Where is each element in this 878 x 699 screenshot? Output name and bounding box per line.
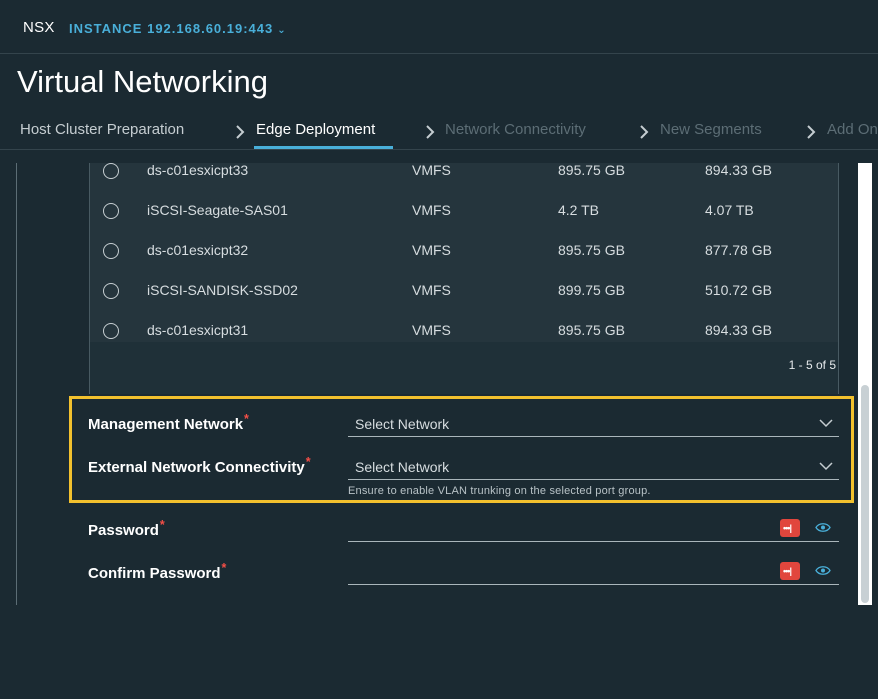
select-placeholder: Select Network [355, 459, 450, 475]
row-radio[interactable] [103, 283, 119, 299]
datastore-type: VMFS [412, 163, 451, 178]
chevron-down-icon: ⌄ [277, 25, 287, 36]
confirm-password-label: Confirm Password* [88, 561, 227, 582]
eye-icon[interactable] [815, 522, 831, 533]
generate-password-icon[interactable]: •••| [780, 562, 800, 580]
helper-text: Ensure to enable VLAN trunking on the se… [348, 485, 651, 497]
top-nav-bar: NSX INSTANCE 192.168.60.19:443 ⌄ [0, 0, 878, 54]
instance-selector[interactable]: INSTANCE 192.168.60.19:443 ⌄ [69, 21, 287, 36]
datastore-free: 877.78 GB [705, 242, 772, 258]
instance-label: INSTANCE 192.168.60.19:443 [69, 21, 274, 36]
step-edge-deployment[interactable]: Edge Deployment [256, 121, 375, 138]
table-row[interactable]: iSCSI-SANDISK-SSD02 VMFS 899.75 GB 510.7… [90, 272, 838, 313]
row-radio[interactable] [103, 163, 119, 179]
management-network-select[interactable]: Select Network [348, 411, 839, 437]
datastore-free: 894.33 GB [705, 322, 772, 338]
required-marker: * [159, 518, 165, 532]
chevron-right-icon [807, 125, 816, 139]
wizard-steps: Host Cluster Preparation Edge Deployment… [0, 112, 878, 150]
table-row[interactable]: iSCSI-Seagate-SAS01 VMFS 4.2 TB 4.07 TB [90, 192, 838, 233]
datastore-type: VMFS [412, 202, 451, 218]
datastore-name: iSCSI-Seagate-SAS01 [147, 202, 288, 218]
datastore-capacity: 895.75 GB [558, 242, 625, 258]
datastore-table: ds-c01esxicpt33 VMFS 895.75 GB 894.33 GB… [89, 163, 839, 394]
datastore-type: VMFS [412, 242, 451, 258]
datastore-capacity: 4.2 TB [558, 202, 599, 218]
chevron-right-icon [640, 125, 649, 139]
external-network-label: External Network Connectivity* [88, 455, 311, 476]
chevron-right-icon [236, 125, 245, 139]
row-radio[interactable] [103, 323, 119, 339]
bottom-area [0, 605, 878, 699]
step-network-connectivity[interactable]: Network Connectivity [445, 121, 586, 138]
table-row[interactable]: ds-c01esxicpt33 VMFS 895.75 GB 894.33 GB [90, 163, 838, 193]
required-marker: * [305, 455, 311, 469]
datastore-name: iSCSI-SANDISK-SSD02 [147, 282, 298, 298]
required-marker: * [244, 412, 249, 426]
step-new-segments[interactable]: New Segments [660, 121, 762, 138]
datastore-free: 4.07 TB [705, 202, 754, 218]
product-logo: NSX [23, 19, 55, 36]
datastore-capacity: 899.75 GB [558, 282, 625, 298]
active-step-indicator [254, 146, 393, 149]
external-network-select[interactable]: Select Network [348, 454, 839, 480]
datastore-capacity: 895.75 GB [558, 322, 625, 338]
chevron-down-icon [819, 419, 833, 428]
table-row[interactable]: ds-c01esxicpt32 VMFS 895.75 GB 877.78 GB [90, 232, 838, 273]
datastore-name: ds-c01esxicpt32 [147, 242, 249, 258]
management-network-label: Management Network* [88, 412, 249, 433]
datastore-name: ds-c01esxicpt33 [147, 163, 249, 178]
step-add-on[interactable]: Add On [827, 121, 878, 138]
chevron-right-icon [426, 125, 435, 139]
step-host-cluster-preparation[interactable]: Host Cluster Preparation [20, 121, 184, 138]
datastore-capacity: 895.75 GB [558, 163, 625, 178]
required-marker: * [221, 561, 227, 575]
datastore-name: ds-c01esxicpt31 [147, 322, 249, 338]
password-label: Password* [88, 518, 165, 539]
datastore-type: VMFS [412, 322, 451, 338]
row-radio[interactable] [103, 243, 119, 259]
datastore-type: VMFS [412, 282, 451, 298]
datastore-free: 894.33 GB [705, 163, 772, 178]
page-title: Virtual Networking [17, 64, 268, 99]
table-footer: 1 - 5 of 5 [90, 342, 838, 394]
scrollbar-thumb[interactable] [861, 385, 869, 603]
password-field[interactable]: •••| [348, 515, 839, 542]
generate-password-icon[interactable]: •••| [780, 519, 800, 537]
confirm-password-field[interactable]: •••| [348, 558, 839, 585]
chevron-down-icon [819, 462, 833, 471]
datastore-free: 510.72 GB [705, 282, 772, 298]
select-placeholder: Select Network [355, 416, 450, 432]
eye-icon[interactable] [815, 565, 831, 576]
row-radio[interactable] [103, 203, 119, 219]
pagination-info: 1 - 5 of 5 [788, 358, 836, 372]
